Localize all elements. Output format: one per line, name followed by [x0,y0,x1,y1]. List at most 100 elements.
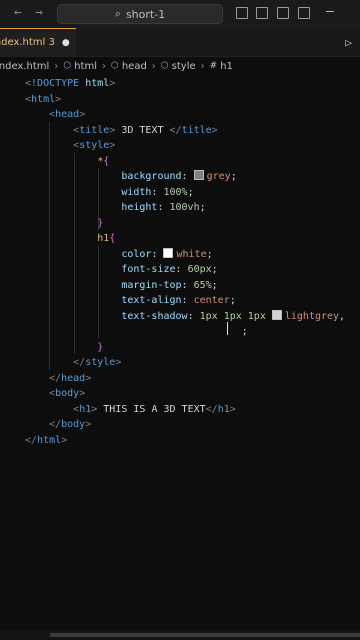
code-token: !DOCTYPE [31,78,86,89]
code-token: h1 [217,403,230,415]
code-token: { [109,233,116,244]
tab-index-html[interactable]: index.html 3 ● [0,28,76,56]
code-token: ; [25,326,248,337]
code-text: </html> [25,433,67,449]
code-token: ; [229,295,236,306]
color-swatch-icon[interactable] [271,309,282,320]
code-token: > [211,124,218,136]
code-token: font-size [25,264,176,275]
minimize-icon[interactable]: — [326,4,334,19]
search-text: short-1 [125,7,166,21]
code-token: lightgrey [284,310,340,322]
code-token: } [25,217,104,229]
code-token: > [79,388,86,399]
toggle-secondary-sidebar-icon[interactable] [277,7,289,19]
search-icon: ⌕ [114,7,121,20]
code-token: > [85,419,92,430]
code-token: ; [211,264,218,275]
code-editor[interactable]: <!DOCTYPE html> <html> <head> <title> 3D … [0,76,360,616]
code-token: </ [25,372,62,384]
code-token: head [55,109,80,120]
code-token: ; [230,171,237,182]
code-text: h1{ [25,231,115,247]
code-text: </style> [25,355,121,371]
code-token: height [25,202,158,213]
code-token: </ [25,419,62,430]
code-text: text-shadow: 1px 1px 1px lightgrey, [25,309,345,325]
code-token: ; [199,202,206,213]
code-token: style [85,357,116,368]
code-token: </ [25,357,86,368]
breadcrumb-head[interactable]: head [122,61,147,72]
code-text: <head> [25,107,85,123]
code-text: <!DOCTYPE html> [25,76,115,92]
forward-arrow-icon[interactable]: → [35,5,43,20]
code-text: <style> [25,138,115,154]
code-text: width: 100%; [25,185,193,201]
code-text: background: grey; [25,169,237,185]
code-token: < [25,403,80,415]
code-text: </head> [25,371,91,387]
code-token: : [151,186,164,198]
code-token: </ [169,124,182,136]
code-token: text-shadow [25,310,188,322]
code-token: html [85,78,110,89]
chevron-right-icon: › [101,60,106,72]
color-swatch-icon[interactable] [193,170,204,180]
scrollbar-thumb[interactable] [50,633,360,637]
breadcrumb-file[interactable]: index.html [0,61,49,72]
css-rule-icon: # [209,61,218,71]
element-icon: ⬡ [160,61,169,71]
code-token: </ [205,403,218,415]
code-token: body [61,419,86,430]
code-token: * [25,155,104,167]
code-token: < [25,140,80,151]
code-token: 100vh [169,202,200,213]
element-icon: ⬡ [110,61,119,71]
color-swatch-icon[interactable] [163,247,174,258]
code-token: ; [211,279,218,291]
chevron-right-icon: › [54,60,59,72]
code-token: h1 [25,233,110,244]
code-text: margin-top: 65%; [25,278,218,294]
run-icon[interactable]: ▷ [345,36,352,49]
code-token: </ [25,434,38,446]
customize-layout-icon[interactable] [298,7,310,19]
code-text: </body> [25,417,91,433]
code-token: > [79,109,86,120]
code-token: html [31,93,56,105]
tab-label: index.html 3 [0,37,55,48]
code-text: font-size: 60px; [25,262,218,278]
unsaved-dot-icon[interactable]: ● [62,38,70,48]
horizontal-scrollbar[interactable] [0,630,360,640]
code-text: } [25,340,103,356]
command-center-search[interactable]: ⌕ short-1 [57,4,223,24]
code-token: 3D TEXT [115,124,170,136]
breadcrumb-style[interactable]: style [172,61,196,72]
code-token: 65% [193,279,212,291]
breadcrumb-html[interactable]: html [74,61,97,72]
code-text: } [25,216,103,232]
code-text: <h1> THIS IS A 3D TEXT</h1> [25,402,236,418]
code-token: < [25,124,80,136]
code-text: height: 100vh; [25,200,206,216]
title-bar: ← → ⌕ short-1 — [0,0,360,28]
code-text: <body> [25,386,85,402]
code-text: text-align: center; [25,293,236,309]
code-token: : [187,310,200,322]
code-token: > [85,372,92,384]
back-arrow-icon[interactable]: ← [14,5,22,20]
chevron-right-icon: › [151,60,156,72]
code-token: head [61,372,86,384]
toggle-sidebar-icon[interactable] [236,7,248,19]
code-token: > [55,93,62,105]
code-token: : [181,279,194,291]
code-token: THIS IS A 3D TEXT [97,403,206,415]
code-token: 60px [187,264,212,275]
code-token: 1px 1px 1px [199,310,272,322]
breadcrumb-h1[interactable]: h1 [220,61,233,72]
toggle-panel-icon[interactable] [256,7,268,19]
code-token: > [229,403,236,415]
code-token: > [109,140,116,151]
code-token: : [157,202,170,213]
